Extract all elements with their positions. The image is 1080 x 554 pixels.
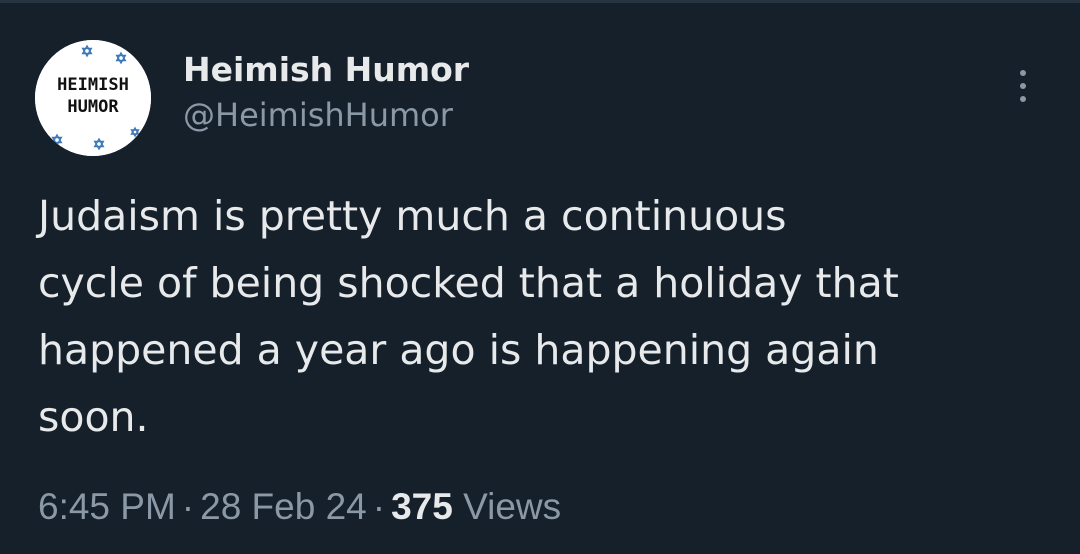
tweet-text: Judaism is pretty much a continuous cycl… bbox=[38, 183, 1048, 451]
tweet-text-line: soon. bbox=[38, 393, 149, 441]
tweet-text-line: Judaism is pretty much a continuous bbox=[38, 192, 787, 240]
more-options-button[interactable] bbox=[1003, 64, 1043, 108]
author-handle[interactable]: @HeimishHumor bbox=[183, 93, 469, 137]
author-display-name[interactable]: Heimish Humor bbox=[183, 48, 469, 92]
meta-separator: · bbox=[372, 486, 386, 527]
avatar-text-line-2: HUMOR bbox=[67, 97, 119, 117]
tweet-text-line: happened a year ago is happening again bbox=[38, 326, 879, 374]
tweet-card: HEIMISH HUMOR Heimish Humor @HeimishHumo… bbox=[0, 0, 1080, 554]
tweet-time[interactable]: 6:45 PM bbox=[38, 486, 176, 527]
tweet-author: Heimish Humor @HeimishHumor bbox=[183, 48, 469, 137]
tweet-metadata: 6:45 PM · 28 Feb 24 · 375 Views bbox=[38, 484, 561, 530]
avatar[interactable]: HEIMISH HUMOR bbox=[35, 40, 151, 156]
more-vertical-icon-dot bbox=[1020, 96, 1026, 102]
views-label[interactable]: Views bbox=[463, 486, 561, 527]
more-vertical-icon bbox=[1020, 70, 1026, 76]
meta-separator: · bbox=[181, 486, 195, 527]
views-count[interactable]: 375 bbox=[391, 486, 453, 527]
avatar-logo: HEIMISH HUMOR bbox=[35, 40, 151, 156]
tweet-date[interactable]: 28 Feb 24 bbox=[200, 486, 367, 527]
more-vertical-icon-dot bbox=[1020, 83, 1026, 89]
avatar-text-line-1: HEIMISH bbox=[57, 75, 129, 95]
tweet-text-line: cycle of being shocked that a holiday th… bbox=[38, 259, 899, 307]
